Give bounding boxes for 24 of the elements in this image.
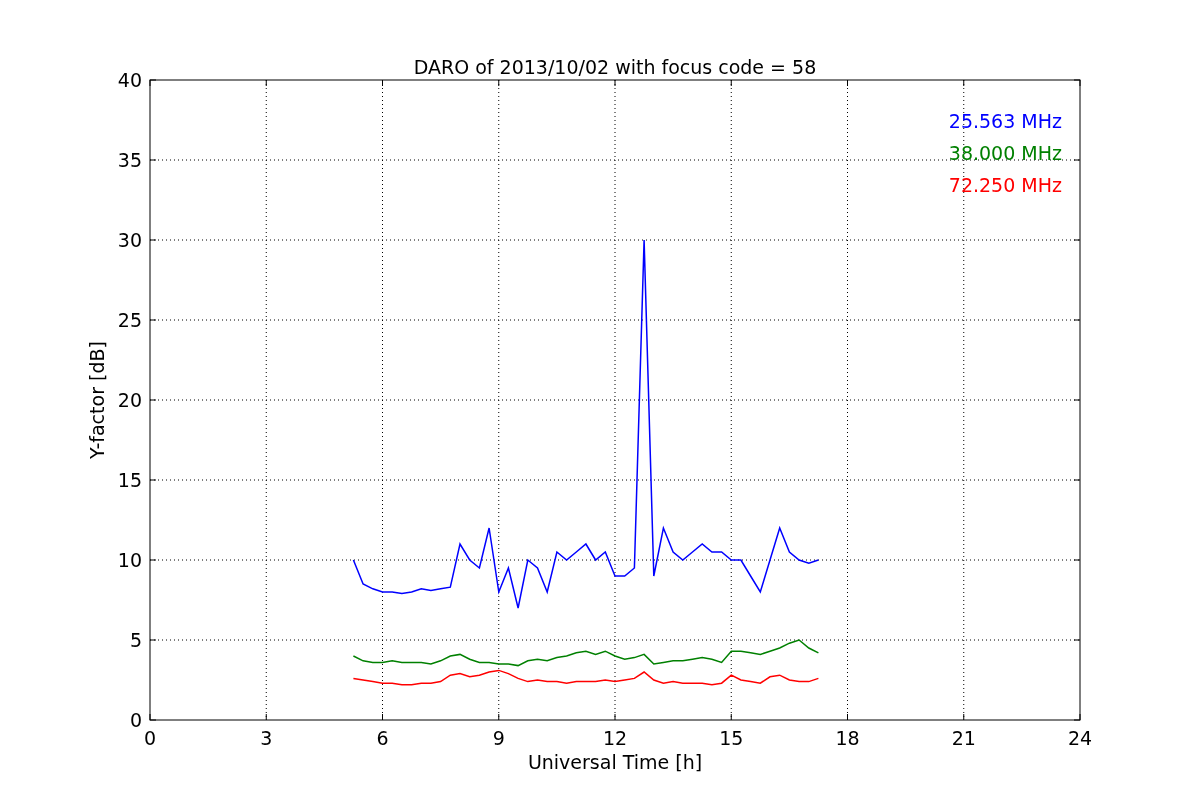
x-axis-label: Universal Time [h]: [527, 751, 703, 773]
y-tick-label: 0: [129, 709, 142, 731]
y-tick-label: 35: [117, 149, 142, 171]
y-tick-label: 25: [117, 309, 142, 331]
x-tick-label: 12: [602, 727, 628, 749]
x-tick-label: 24: [1067, 727, 1093, 749]
x-tick-label: 21: [951, 727, 976, 749]
y-tick-label: 10: [117, 549, 142, 571]
x-tick-label: 15: [719, 727, 744, 749]
legend-label: 38.000 MHz: [948, 142, 1062, 164]
y-tick-label: 20: [117, 389, 142, 411]
x-tick-label: 6: [376, 727, 389, 749]
y-tick-label: 40: [117, 69, 142, 91]
legend-label: 72.250 MHz: [948, 174, 1062, 196]
y-tick-label: 30: [117, 229, 142, 251]
legend-label: 25.563 MHz: [948, 110, 1062, 132]
chart-title: DARO of 2013/10/02 with focus code = 58: [413, 56, 817, 78]
y-tick-label: 5: [129, 629, 142, 651]
x-tick-label: 3: [260, 727, 273, 749]
y-axis-label: Y-factor [dB]: [86, 341, 108, 459]
x-tick-label: 0: [143, 727, 157, 749]
y-tick-label: 15: [117, 469, 142, 491]
x-tick-label: 18: [835, 727, 860, 749]
x-tick-label: 9: [492, 727, 505, 749]
